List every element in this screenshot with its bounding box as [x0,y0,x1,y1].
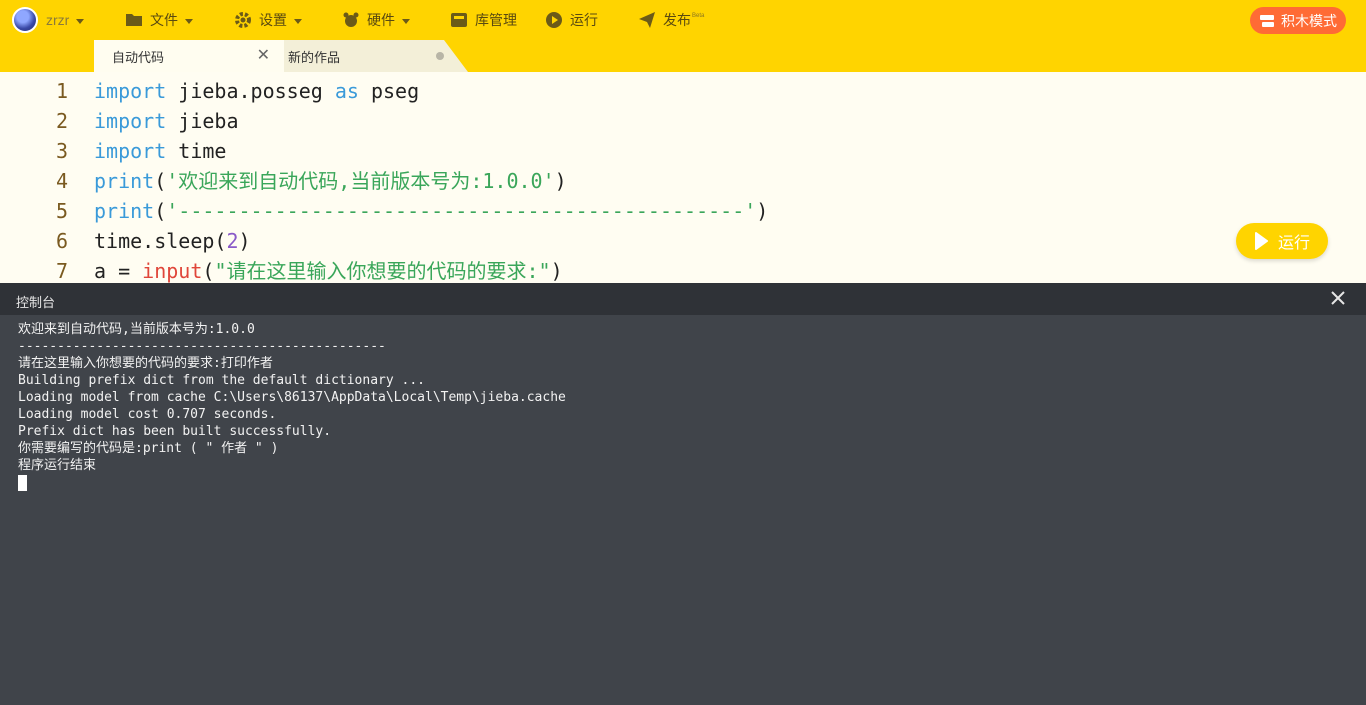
code-text: print('欢迎来到自动代码,当前版本号为:1.0.0') [94,169,567,193]
tab-bar: 自动代码 ✕ 新的作品 [0,40,1366,72]
block-mode-label: 积木模式 [1281,12,1337,29]
menu-hardware-label: 硬件 [367,12,395,28]
menu-file-label: 文件 [150,12,178,28]
user-menu[interactable]: zrzr [46,0,85,40]
code-line: 4 print('欢迎来到自动代码,当前版本号为:1.0.0') [0,166,1366,196]
tab-auto-code[interactable]: 自动代码 ✕ [94,40,284,72]
beta-badge: Beta [692,13,705,19]
code-line: 1 import jieba.posseg as pseg [0,76,1366,106]
user-avatar[interactable] [12,7,38,33]
line-number: 2 [55,109,68,133]
line-number: 1 [55,79,68,103]
username-label: zrzr [46,12,70,28]
code-text: import time [94,139,227,163]
console-line: 程序运行结束 [18,458,97,473]
block-mode-button[interactable]: 积木模式 [1250,7,1346,34]
code-line: 2 import jieba [0,106,1366,136]
console-line: Loading model from cache C:\Users\86137\… [18,390,566,405]
input-cursor[interactable] [18,475,27,491]
menu-file[interactable]: 文件 [124,0,193,40]
chevron-down-icon [185,18,193,24]
tab-label: 新的作品 [288,49,341,65]
close-icon[interactable] [1330,290,1346,306]
line-number: 3 [55,139,68,163]
console-line: 你需要编写的代码是:print ( " 作者 " ) [18,441,279,456]
code-text: import jieba [94,109,239,133]
code-line: 5 print('-------------------------------… [0,196,1366,226]
code-text: print('---------------------------------… [94,199,769,223]
top-toolbar: zrzr 文件 设置 硬件 库管理 运行 发布 Beta 积木模式 [0,0,1366,40]
code-text: time.sleep(2) [94,229,251,253]
hardware-icon [341,10,361,30]
line-number: 5 [55,199,68,223]
console-line: ----------------------------------------… [18,339,386,354]
menu-library[interactable]: 库管理 [449,0,517,40]
blocks-icon [1259,14,1275,28]
close-icon[interactable]: ✕ [257,48,270,64]
menu-publish-label: 发布 [663,12,691,28]
code-text: import jieba.posseg as pseg [94,79,420,103]
console-line: Prefix dict has been built successfully. [18,424,332,439]
line-number: 4 [55,169,68,193]
menu-settings-label: 设置 [259,12,287,28]
line-number: 6 [55,229,68,253]
console-line: 请在这里输入你想要的代码的要求:打印作者 [18,356,273,371]
code-line: 3 import time [0,136,1366,166]
send-icon [637,10,657,30]
chevron-down-icon [402,18,410,24]
console-line: Building prefix dict from the default di… [18,373,425,388]
chevron-down-icon [294,18,302,24]
chevron-down-icon [76,18,85,24]
play-icon [544,10,564,30]
unsaved-dot-icon[interactable] [436,52,444,60]
tab-new-work[interactable]: 新的作品 [284,40,468,72]
library-icon [449,10,469,30]
console-header: 控制台 [0,283,1366,315]
menu-publish[interactable]: 发布 Beta [637,0,704,40]
run-button[interactable]: 运行 [1236,223,1328,259]
menu-run[interactable]: 运行 [544,0,598,40]
play-icon [1254,232,1268,250]
code-editor[interactable]: 1 import jieba.posseg as pseg 2 import j… [0,72,1366,283]
menu-settings[interactable]: 设置 [233,0,302,40]
console-line: Loading model cost 0.707 seconds. [18,407,277,422]
console-output[interactable]: 欢迎来到自动代码,当前版本号为:1.0.0 ------------------… [0,315,1366,705]
code-text: a = input("请在这里输入你想要的代码的要求:") [94,259,563,283]
folder-icon [124,10,144,30]
run-button-label: 运行 [1277,235,1310,252]
menu-run-label: 运行 [570,12,598,28]
menu-hardware[interactable]: 硬件 [341,0,410,40]
gear-icon [233,10,253,30]
tab-label: 自动代码 [112,49,165,65]
console-line: 欢迎来到自动代码,当前版本号为:1.0.0 [18,322,255,337]
code-line: 6 time.sleep(2) [0,226,1366,256]
menu-library-label: 库管理 [475,12,517,28]
code-line: 7 a = input("请在这里输入你想要的代码的要求:") [0,256,1366,283]
console-title: 控制台 [16,295,56,310]
line-number: 7 [55,259,68,283]
